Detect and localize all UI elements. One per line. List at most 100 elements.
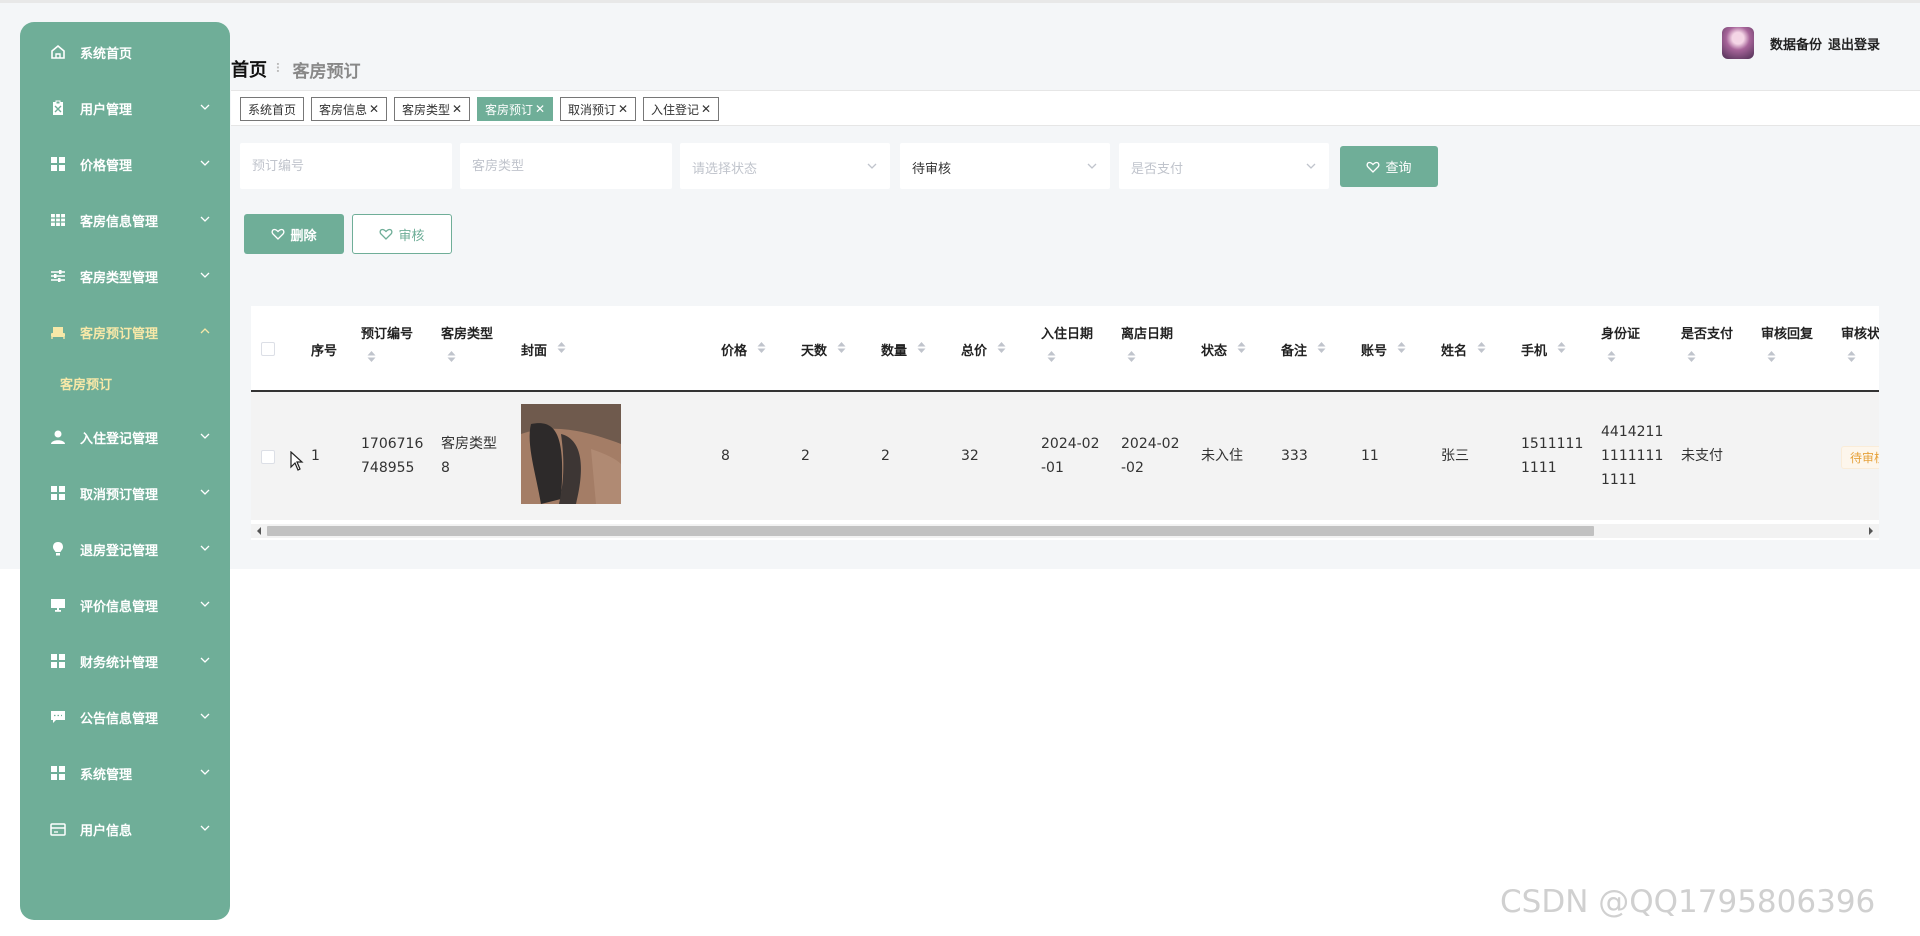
- sort-icon[interactable]: [997, 342, 1006, 353]
- column-header-paid[interactable]: 是否支付: [1681, 306, 1751, 391]
- sort-icon[interactable]: [447, 351, 456, 362]
- sort-icon[interactable]: [557, 342, 566, 353]
- column-header-remark[interactable]: 备注: [1281, 306, 1341, 391]
- column-header-name[interactable]: 姓名: [1441, 306, 1501, 391]
- sidebar-item-label: 系统首页: [80, 47, 133, 62]
- row-checkbox[interactable]: [261, 450, 275, 464]
- chevron-up-icon: [200, 328, 210, 334]
- sidebar-item-finance-management[interactable]: 财务统计管理: [20, 641, 230, 681]
- sidebar-item-home[interactable]: 系统首页: [20, 32, 230, 72]
- order-no-input[interactable]: [240, 143, 452, 189]
- tag-home[interactable]: 系统首页: [240, 97, 305, 121]
- sort-icon[interactable]: [1047, 351, 1056, 362]
- column-header-price[interactable]: 价格: [721, 306, 781, 391]
- sort-icon[interactable]: [1237, 342, 1246, 353]
- tag-checkin[interactable]: 入住登记 ✕: [643, 97, 720, 121]
- close-icon[interactable]: ✕: [618, 102, 628, 116]
- tag-room-booking[interactable]: 客房预订 ✕: [477, 97, 554, 121]
- column-header-status[interactable]: 状态: [1201, 306, 1261, 391]
- close-icon[interactable]: ✕: [369, 102, 379, 116]
- watermark: CSDN @QQ1795806396: [1500, 884, 1876, 920]
- sidebar-item-label: 评价信息管理: [80, 600, 159, 615]
- avatar[interactable]: [1721, 27, 1754, 59]
- column-header-checkout-date[interactable]: 离店日期: [1121, 306, 1191, 391]
- grid-icon: [51, 654, 65, 668]
- heart-icon: [1366, 161, 1380, 173]
- sort-icon[interactable]: [917, 342, 926, 353]
- column-header-id-card[interactable]: 身份证: [1601, 306, 1671, 391]
- sidebar-item-checkout-management[interactable]: 退房登记管理: [20, 529, 230, 569]
- sidebar-item-review-management[interactable]: 评价信息管理: [20, 585, 230, 625]
- close-icon[interactable]: ✕: [535, 102, 545, 116]
- paid-select[interactable]: 是否支付: [1119, 143, 1329, 189]
- audit-select-value: 待审核: [912, 162, 952, 177]
- sort-icon[interactable]: [367, 351, 376, 362]
- query-button[interactable]: 查询: [1340, 146, 1438, 187]
- scroll-left-icon[interactable]: [255, 527, 263, 535]
- sidebar-item-cancel-booking-management[interactable]: 取消预订管理: [20, 473, 230, 513]
- sort-icon[interactable]: [837, 342, 846, 353]
- cell-quantity: 2: [881, 448, 890, 464]
- select-all-checkbox[interactable]: [261, 342, 275, 356]
- column-header-days[interactable]: 天数: [801, 306, 861, 391]
- sidebar-item-room-booking-management[interactable]: 客房预订管理: [20, 312, 230, 352]
- column-header-audit-status[interactable]: 审核状: [1841, 306, 1879, 391]
- sidebar-item-label: 系统管理: [80, 768, 133, 783]
- column-header-checkin-date[interactable]: 入住日期: [1041, 306, 1111, 391]
- sidebar-item-system-management[interactable]: 系统管理: [20, 753, 230, 793]
- cover-image[interactable]: [521, 404, 621, 504]
- sidebar-item-user-info[interactable]: 用户信息: [20, 809, 230, 849]
- tag-label: 入住登记: [651, 102, 700, 117]
- submenu-item-room-booking[interactable]: 客房预订: [20, 368, 230, 398]
- close-icon[interactable]: ✕: [452, 102, 462, 116]
- sort-icon[interactable]: [1477, 342, 1486, 353]
- column-header-phone[interactable]: 手机: [1521, 306, 1581, 391]
- cell-phone: 1511111 1111: [1521, 436, 1584, 476]
- sidebar-item-checkin-management[interactable]: 入住登记管理: [20, 417, 230, 457]
- sort-icon[interactable]: [1687, 351, 1696, 362]
- sort-icon[interactable]: [1767, 351, 1776, 362]
- scroll-thumb[interactable]: [267, 526, 1594, 536]
- sidebar-item-user-management[interactable]: 用户管理: [20, 88, 230, 128]
- audit-select[interactable]: 待审核: [900, 143, 1110, 189]
- home-icon: [51, 44, 65, 59]
- column-header-cover[interactable]: 封面: [521, 306, 601, 391]
- column-header-total[interactable]: 总价: [961, 306, 1021, 391]
- delete-button[interactable]: 删除: [244, 214, 344, 254]
- sidebar-item-notice-management[interactable]: 公告信息管理: [20, 697, 230, 737]
- tag-label: 系统首页: [248, 102, 297, 117]
- sort-icon[interactable]: [1127, 351, 1136, 362]
- column-header-audit-reply[interactable]: 审核回复: [1761, 306, 1831, 391]
- tag-cancel-booking[interactable]: 取消预订 ✕: [560, 97, 637, 121]
- column-header-account[interactable]: 账号: [1361, 306, 1421, 391]
- column-header-order-no[interactable]: 预订编号: [361, 306, 431, 391]
- sidebar-item-room-info-management[interactable]: 客房信息管理: [20, 200, 230, 240]
- audit-button[interactable]: 审核: [352, 214, 452, 254]
- data-backup-link[interactable]: 数据备份: [1770, 34, 1822, 53]
- breadcrumb-home[interactable]: 首页: [231, 56, 267, 82]
- chevron-down-icon: [200, 489, 210, 495]
- sort-icon[interactable]: [1607, 351, 1616, 362]
- status-select[interactable]: 请选择状态: [680, 143, 890, 189]
- paid-select-placeholder: 是否支付: [1131, 162, 1184, 177]
- bulb-icon: [53, 542, 63, 556]
- sidebar-item-price-management[interactable]: 价格管理: [20, 144, 230, 184]
- chevron-down-icon: [1087, 163, 1097, 169]
- close-icon[interactable]: ✕: [701, 102, 711, 116]
- tag-room-type[interactable]: 客房类型 ✕: [394, 97, 471, 121]
- logout-link[interactable]: 退出登录: [1828, 34, 1880, 53]
- tag-room-info[interactable]: 客房信息 ✕: [311, 97, 388, 121]
- sort-icon[interactable]: [1397, 342, 1406, 353]
- monitor-icon: [51, 599, 65, 612]
- sort-icon[interactable]: [1847, 351, 1856, 362]
- scroll-right-icon[interactable]: [1867, 527, 1875, 535]
- column-header-room-type[interactable]: 客房类型: [441, 306, 511, 391]
- sidebar-item-room-type-management[interactable]: 客房类型管理: [20, 256, 230, 296]
- sort-icon[interactable]: [1317, 342, 1326, 353]
- column-header-quantity[interactable]: 数量: [881, 306, 941, 391]
- horizontal-scrollbar[interactable]: [251, 524, 1879, 538]
- room-type-input[interactable]: [460, 143, 672, 189]
- sidebar-item-label: 客房预订管理: [80, 327, 159, 342]
- sort-icon[interactable]: [1557, 342, 1566, 353]
- sort-icon[interactable]: [757, 342, 766, 353]
